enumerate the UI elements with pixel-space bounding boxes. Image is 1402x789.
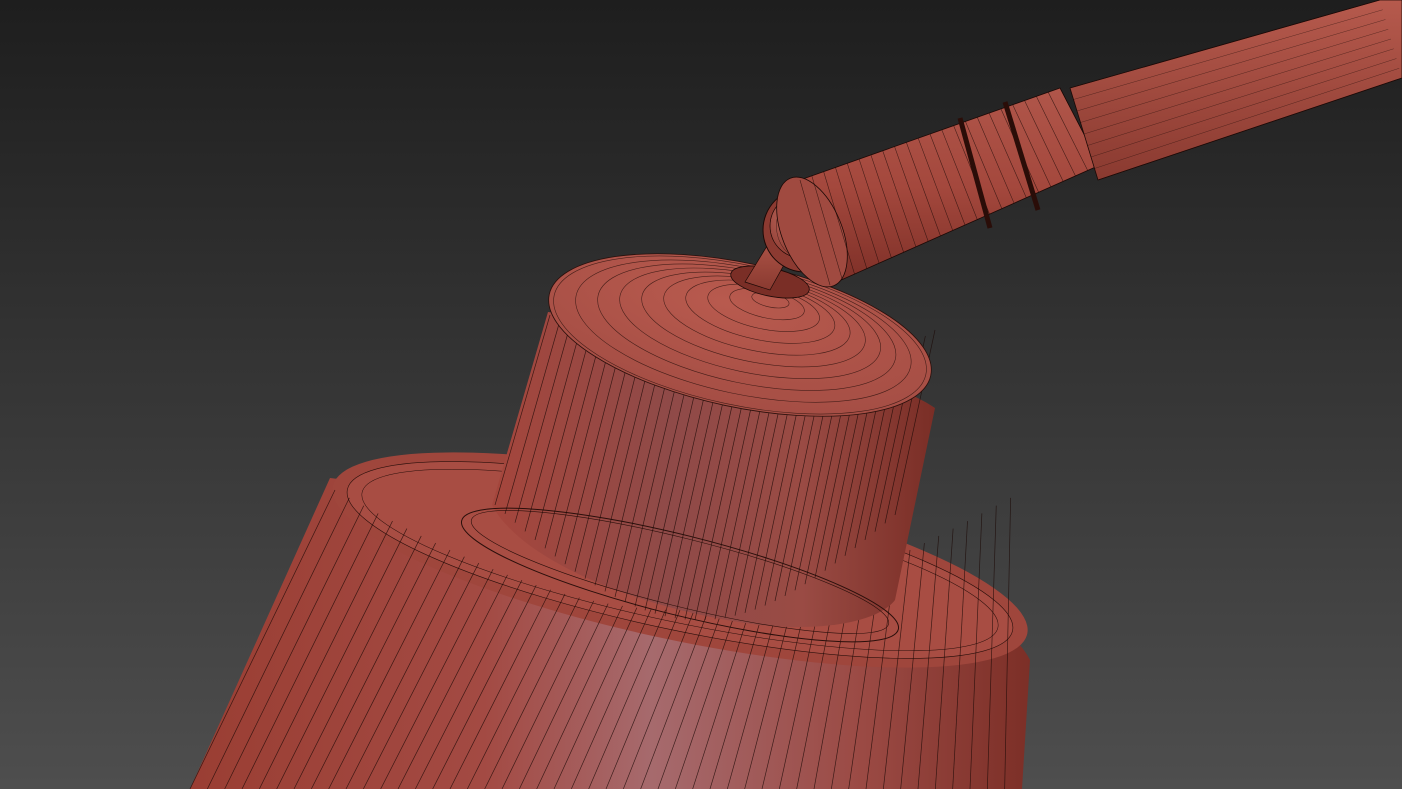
scene-render (0, 0, 1402, 789)
3d-viewport[interactable] (0, 0, 1402, 789)
